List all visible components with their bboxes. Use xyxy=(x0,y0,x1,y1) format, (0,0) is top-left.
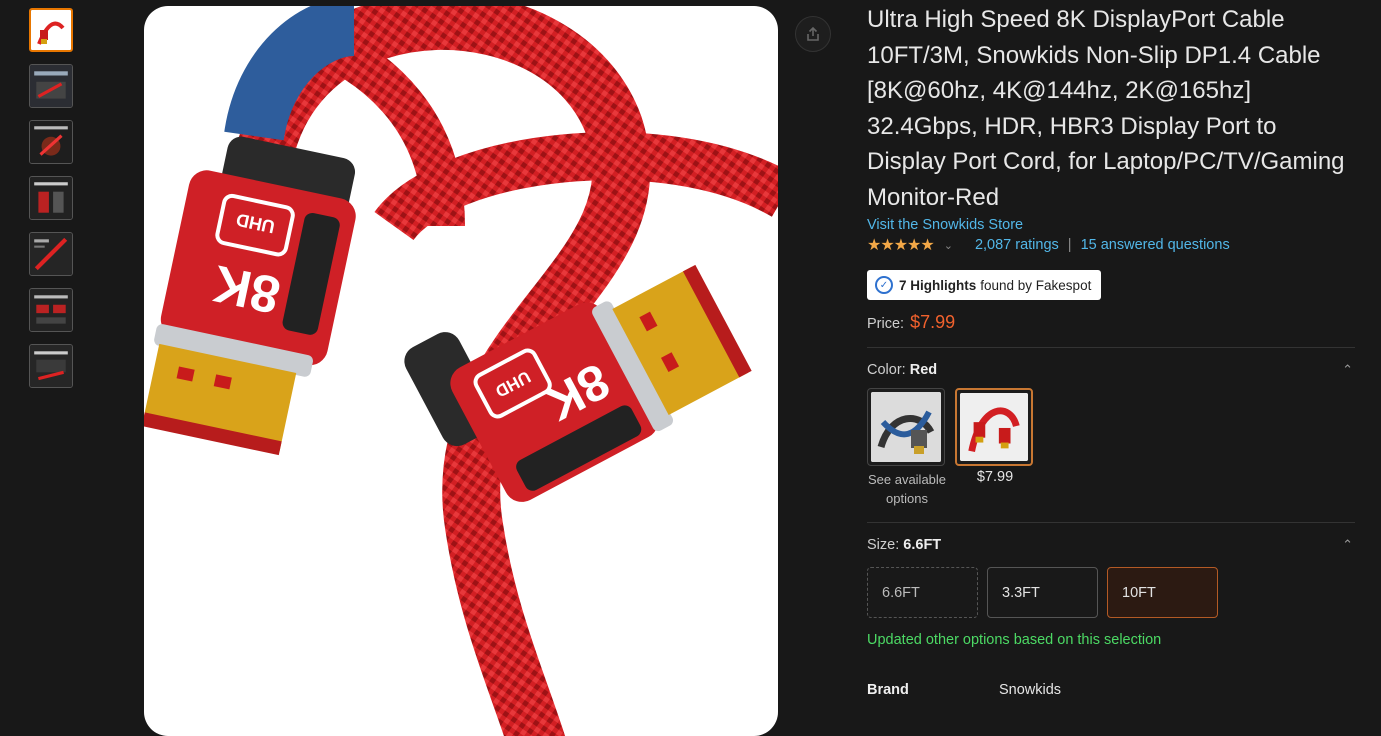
spec-row-brand: Brand Snowkids xyxy=(867,682,1357,698)
size-label: Size: xyxy=(867,537,900,553)
fakespot-suffix: found by Fakespot xyxy=(980,277,1092,293)
spec-value: Snowkids xyxy=(999,682,1062,698)
thumbnail-2[interactable] xyxy=(29,64,73,108)
divider xyxy=(867,522,1355,523)
price-label: Price: xyxy=(867,316,905,332)
ratings-count-link[interactable]: 2,087 ratings xyxy=(975,237,1059,253)
store-link[interactable]: Visit the Snowkids Store xyxy=(867,217,1357,233)
swatch-price: $7.99 xyxy=(976,469,1014,485)
color-swatch-other[interactable]: See available options xyxy=(867,388,947,508)
thumbnail-6[interactable] xyxy=(29,288,73,332)
thumbnail-7[interactable] xyxy=(29,344,73,388)
color-selected: Red xyxy=(909,362,938,378)
size-option-6-6ft[interactable]: 6.6FT xyxy=(867,567,978,618)
chevron-down-icon[interactable]: ⌄ xyxy=(944,239,953,252)
size-option-3-3ft[interactable]: 3.3FT xyxy=(987,567,1098,618)
color-swatch-red[interactable]: $7.99 xyxy=(955,388,1035,508)
swatch-caption: See available options xyxy=(867,472,947,506)
rating-separator: | xyxy=(1067,237,1072,253)
size-selected: 6.6FT xyxy=(903,537,942,553)
thumbnail-3[interactable] xyxy=(29,120,73,164)
check-circle-icon: ✓ xyxy=(875,276,893,294)
swatch-image-box[interactable] xyxy=(955,388,1033,466)
divider xyxy=(867,347,1355,348)
thumbnail-1[interactable] xyxy=(29,8,73,52)
star-rating-icon[interactable]: ★★★★★ xyxy=(867,235,935,255)
fakespot-count: 7 Highlights xyxy=(899,277,977,293)
price-value: $7.99 xyxy=(910,312,956,332)
thumbnail-5[interactable] xyxy=(29,232,73,276)
size-option-10ft[interactable]: 10FT xyxy=(1107,567,1218,618)
share-button[interactable] xyxy=(795,16,831,52)
updated-options-notice: Updated other options based on this sele… xyxy=(867,632,1162,648)
fakespot-highlights-button[interactable]: ✓ 7 Highlights found by Fakespot xyxy=(867,270,1102,300)
size-section-header[interactable]: Size: 6.6FT ⌃ xyxy=(867,537,1357,553)
thumbnail-4[interactable] xyxy=(29,176,73,220)
price-row: Price: $7.99 xyxy=(867,312,1357,333)
chevron-up-icon[interactable]: ⌃ xyxy=(1342,362,1353,378)
product-title: Ultra High Speed 8K DisplayPort Cable 10… xyxy=(867,6,1345,211)
thumbnail-list xyxy=(27,8,77,400)
main-product-image[interactable]: 8K UHD 8K UHD xyxy=(144,6,778,736)
chevron-up-icon[interactable]: ⌃ xyxy=(1342,537,1353,553)
color-label: Color: xyxy=(867,362,906,378)
product-details: Ultra High Speed 8K DisplayPort Cable 10… xyxy=(867,2,1357,698)
answered-questions-link[interactable]: 15 answered questions xyxy=(1081,237,1230,253)
color-section-header[interactable]: Color: Red ⌃ xyxy=(867,362,1357,378)
swatch-image-box[interactable] xyxy=(867,388,945,466)
spec-key: Brand xyxy=(867,682,909,698)
share-icon xyxy=(807,26,819,41)
color-swatches: See available options $7.99 xyxy=(867,388,1357,508)
rating-row: ★★★★★ ⌄ 2,087 ratings | 15 answered ques… xyxy=(867,235,1357,255)
size-options: 6.6FT 3.3FT 10FT xyxy=(867,567,1357,618)
